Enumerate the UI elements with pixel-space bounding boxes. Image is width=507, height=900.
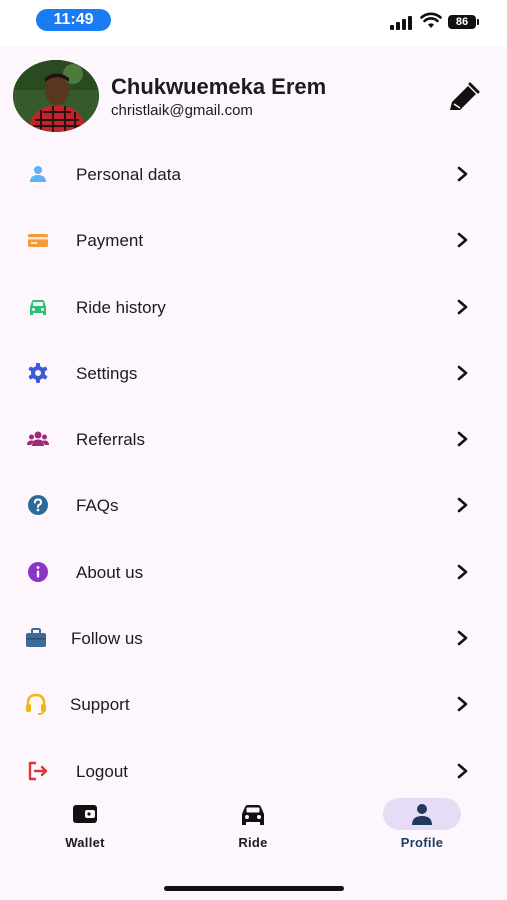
menu-item-label: FAQs xyxy=(76,496,119,516)
menu-item-label: Logout xyxy=(76,761,128,781)
avatar[interactable] xyxy=(13,60,99,132)
menu-item-label: Settings xyxy=(76,363,138,383)
home-indicator xyxy=(164,886,344,891)
profile-menu: Personal data Payment Ride history Setti… xyxy=(0,141,507,804)
wallet-icon xyxy=(73,805,97,823)
menu-item-referrals[interactable]: Referrals xyxy=(0,406,507,472)
bottom-navigation: Wallet Ride Profile xyxy=(0,793,507,900)
headset-icon xyxy=(26,694,46,716)
menu-item-follow-us[interactable]: Follow us xyxy=(0,605,507,671)
nav-label: Ride xyxy=(238,835,268,850)
question-icon xyxy=(28,495,48,516)
menu-item-about-us[interactable]: About us xyxy=(0,539,507,605)
menu-item-label: Follow us xyxy=(71,629,143,649)
chevron-right-icon xyxy=(457,630,468,646)
menu-item-label: Ride history xyxy=(76,297,166,317)
chevron-right-icon xyxy=(457,498,468,513)
chevron-right-icon xyxy=(457,697,468,712)
menu-item-settings[interactable]: Settings xyxy=(0,340,507,406)
status-time: 11:49 xyxy=(36,9,111,31)
person-icon xyxy=(412,804,432,825)
menu-item-label: Referrals xyxy=(76,430,145,450)
status-bar: 11:49 86 xyxy=(0,0,507,46)
edit-profile-pen-icon[interactable] xyxy=(446,82,480,112)
profile-name: Chukwuemeka Erem xyxy=(111,74,327,99)
nav-tab-profile[interactable]: Profile xyxy=(362,793,482,858)
chevron-right-icon xyxy=(457,166,468,182)
menu-item-payment[interactable]: Payment xyxy=(0,207,507,273)
chevron-right-icon xyxy=(457,763,468,778)
car-icon xyxy=(242,805,264,825)
nav-tab-wallet[interactable]: Wallet xyxy=(25,793,145,858)
menu-item-faqs[interactable]: FAQs xyxy=(0,472,507,538)
menu-item-support[interactable]: Support xyxy=(0,671,507,737)
info-icon xyxy=(28,561,48,582)
chevron-right-icon xyxy=(457,365,468,381)
battery-indicator: 86 xyxy=(448,15,479,29)
nav-label: Profile xyxy=(400,835,444,850)
menu-item-ride-history[interactable]: Ride history xyxy=(0,274,507,340)
chevron-right-icon xyxy=(457,564,468,580)
profile-email: christlaik@gmail.com xyxy=(111,102,253,119)
group-icon xyxy=(27,431,49,447)
menu-item-label: Support xyxy=(70,695,130,715)
car-icon xyxy=(30,299,46,315)
chevron-right-icon xyxy=(457,232,468,248)
chevron-right-icon xyxy=(457,299,468,314)
menu-item-personal-data[interactable]: Personal data xyxy=(0,141,507,207)
briefcase-icon xyxy=(26,628,46,648)
logout-icon xyxy=(28,761,48,780)
nav-tab-ride[interactable]: Ride xyxy=(193,793,313,858)
wifi-icon xyxy=(420,12,442,28)
person-icon xyxy=(30,166,46,182)
cellular-signal-icon xyxy=(390,14,412,30)
gear-icon xyxy=(28,362,48,383)
credit-card-icon xyxy=(28,234,48,248)
menu-item-label: Payment xyxy=(76,231,144,251)
chevron-right-icon xyxy=(457,431,468,447)
menu-item-label: About us xyxy=(76,562,144,582)
nav-label: Wallet xyxy=(65,835,105,850)
menu-item-label: Personal data xyxy=(76,165,181,184)
